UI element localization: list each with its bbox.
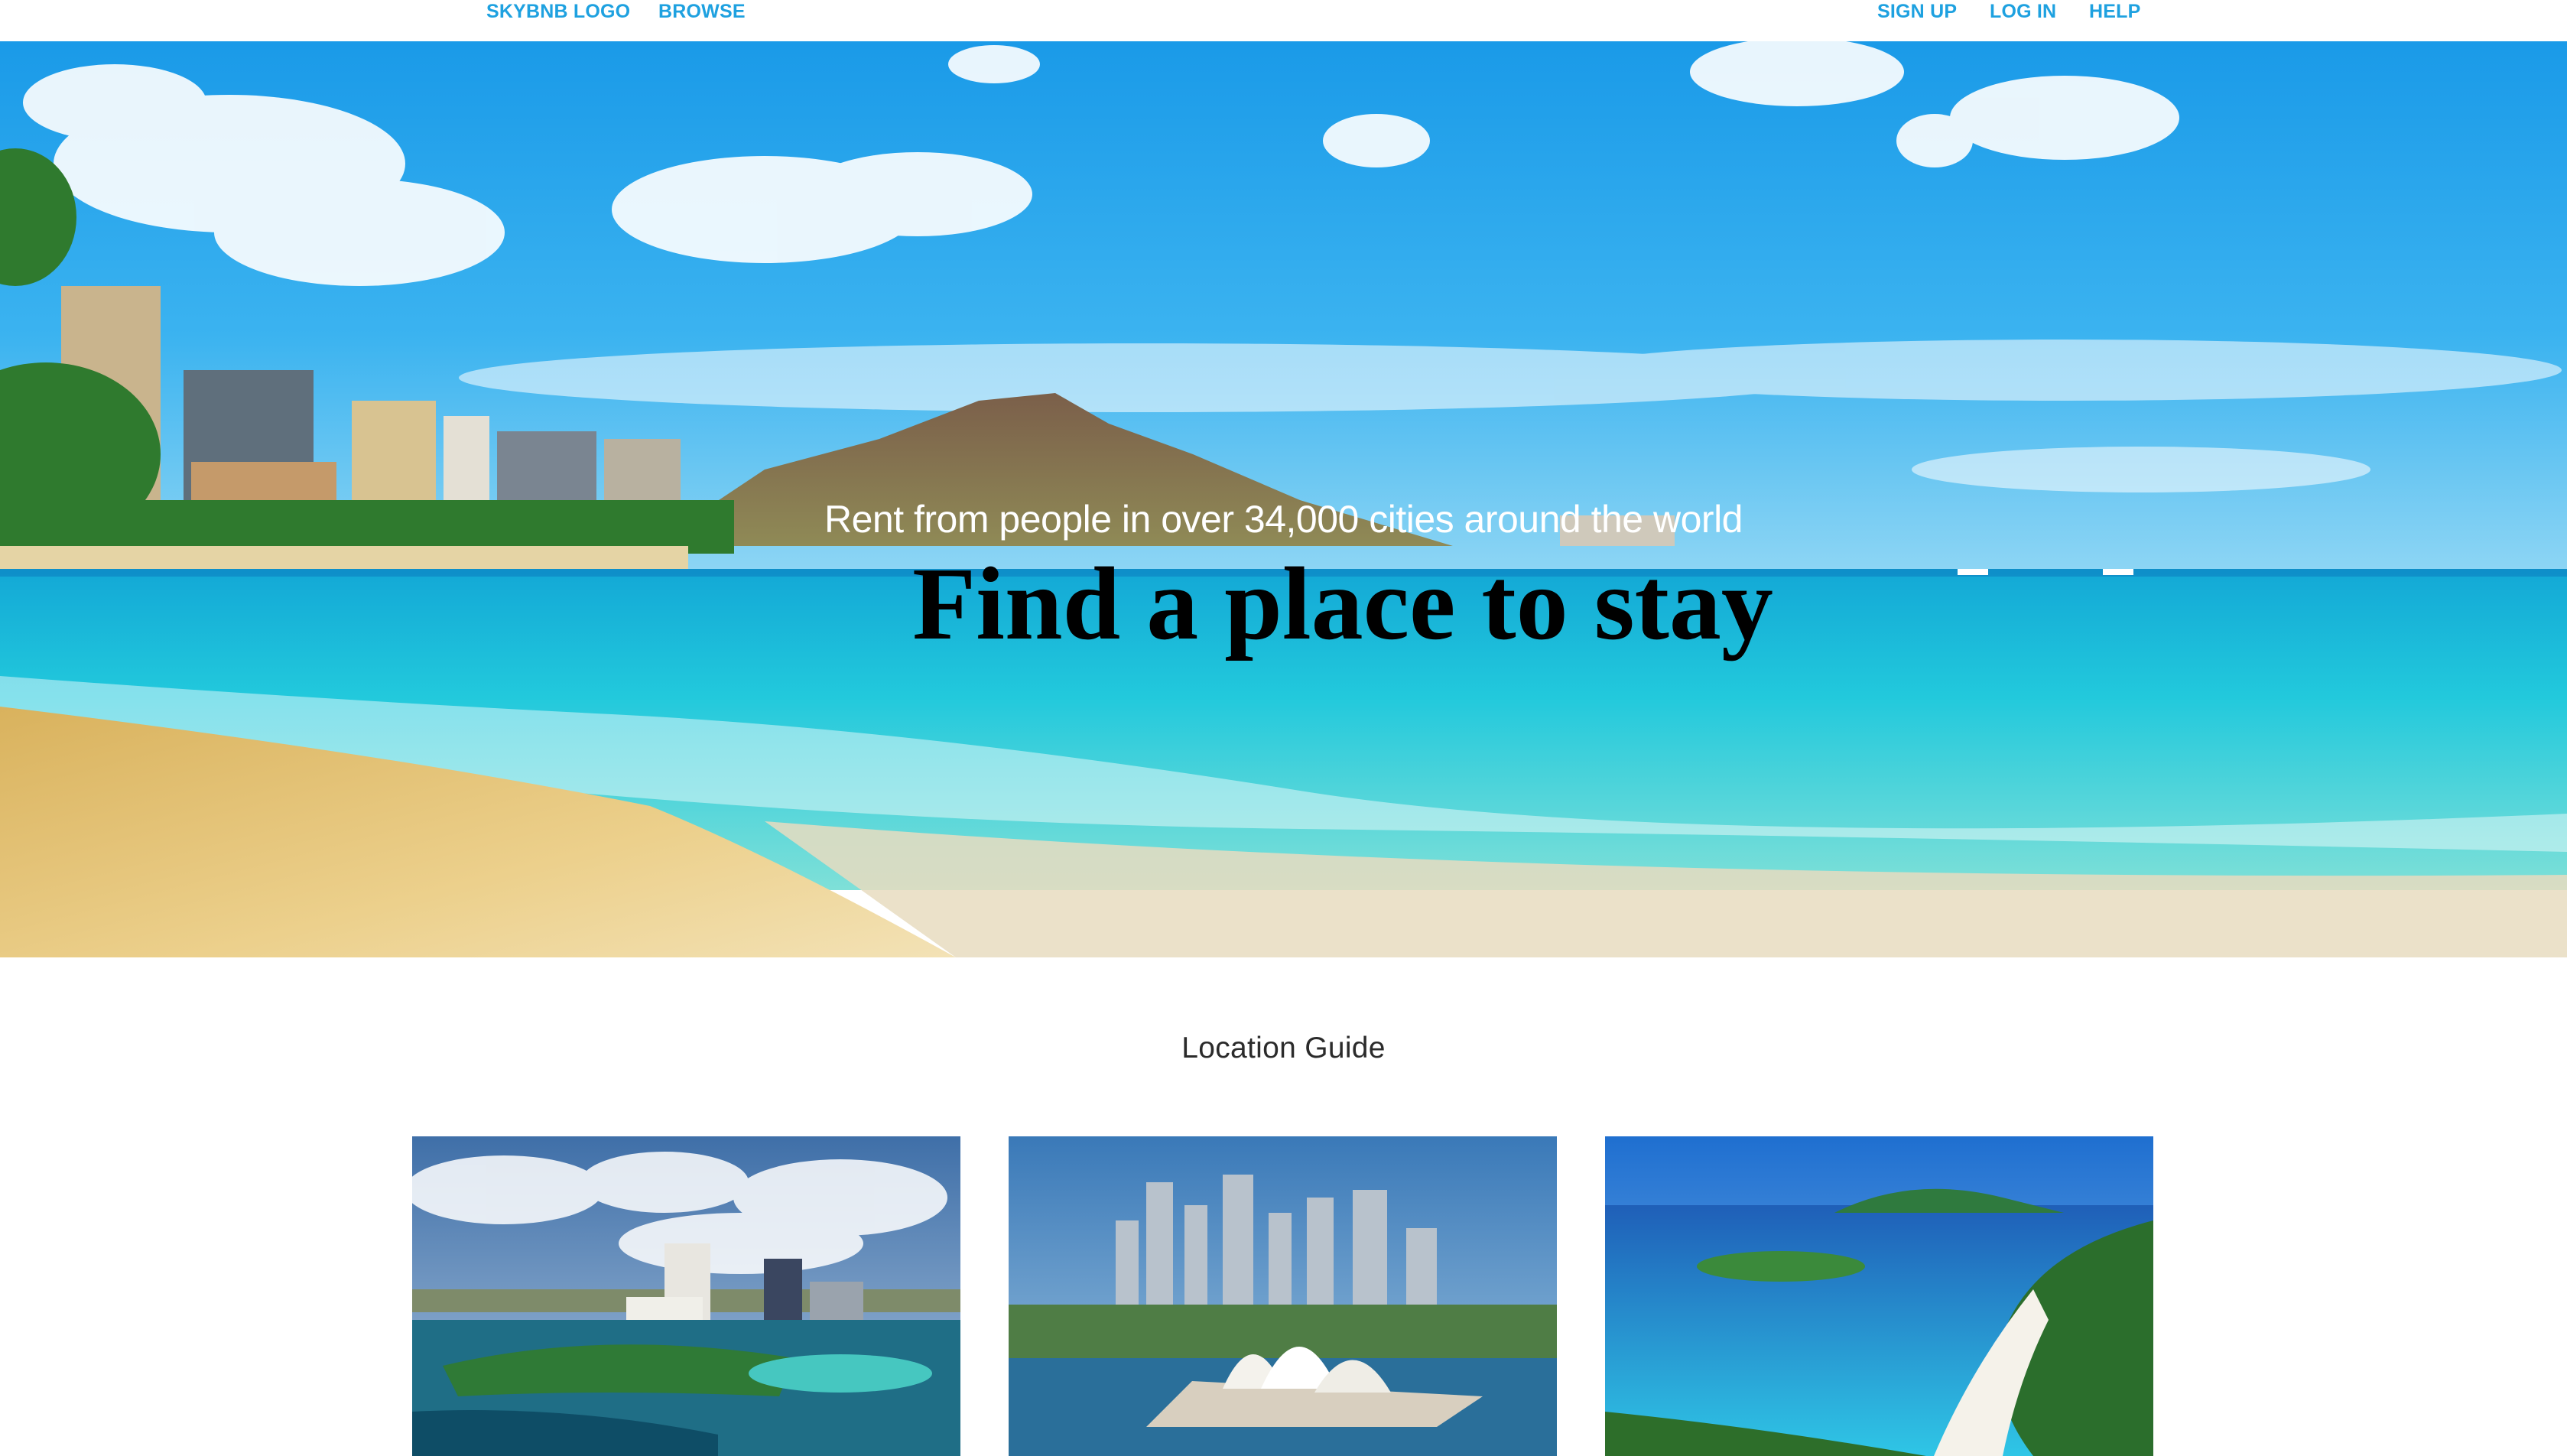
help-link[interactable]: HELP: [2089, 0, 2140, 23]
top-navigation: SKYBNB LOGO BROWSE SIGN UP LOG IN HELP: [0, 0, 2567, 41]
hero-title: Find a place to stay: [912, 547, 1773, 661]
browse-link[interactable]: BROWSE: [658, 0, 746, 23]
hero-subtitle: Rent from people in over 34,000 cities a…: [824, 498, 1743, 541]
sydney-opera-house-image: [1009, 1136, 1557, 1456]
sign-up-link[interactable]: SIGN UP: [1877, 0, 1957, 23]
logo-link[interactable]: SKYBNB LOGO: [486, 0, 630, 23]
location-card-resort[interactable]: [412, 1136, 960, 1456]
location-card-tropical-bay[interactable]: [1605, 1136, 2153, 1456]
resort-city-image: [412, 1136, 960, 1456]
tropical-bay-image: [1605, 1136, 2153, 1456]
location-guide-title: Location Guide: [1181, 1032, 1386, 1064]
location-card-sydney[interactable]: [1009, 1136, 1557, 1456]
log-in-link[interactable]: LOG IN: [1990, 0, 2056, 23]
hero-banner: Rent from people in over 34,000 cities a…: [0, 41, 2567, 957]
